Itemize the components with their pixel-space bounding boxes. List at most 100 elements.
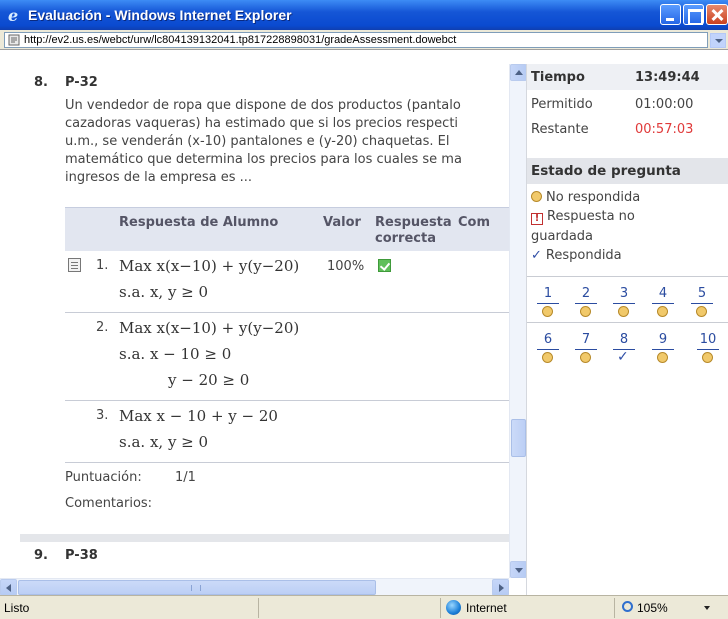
question-text: Un vendedor de ropa que dispone de dos p… [65, 97, 509, 187]
table-header: Respuesta de Alumno Valor Respuesta corr… [65, 207, 509, 251]
question-link-number: 8 [619, 332, 629, 347]
score-label: Puntuación: [65, 470, 142, 485]
unanswered-dot-icon [657, 306, 668, 317]
security-zone: Internet [466, 601, 507, 615]
status-text: Listo [4, 601, 30, 615]
horizontal-scrollbar[interactable] [0, 578, 509, 596]
window-title: Evaluación - Windows Internet Explorer [28, 7, 292, 23]
zoom-level[interactable]: 105% [637, 601, 668, 615]
question-link-2[interactable]: 2 [573, 286, 599, 326]
header-value: Valor [323, 215, 361, 230]
scroll-thumb[interactable] [511, 419, 526, 457]
legend-unsaved: ! Respuesta no [531, 209, 635, 225]
next-question-header: 9. P-38 [34, 548, 98, 563]
question-link-number: 6 [543, 332, 553, 347]
minimize-icon [661, 5, 680, 24]
allowed-value: 01:00:00 [635, 97, 694, 112]
question-link-4[interactable]: 4 [650, 286, 676, 326]
scroll-down-button[interactable] [510, 561, 527, 578]
unanswered-dot-icon [657, 352, 668, 363]
question-link-1[interactable]: 1 [535, 286, 561, 326]
scroll-up-button[interactable] [510, 64, 527, 81]
zoom-icon[interactable] [622, 601, 633, 612]
unanswered-dot-icon [618, 306, 629, 317]
question-status-title: Estado de pregunta [531, 163, 681, 179]
unanswered-dot-icon [702, 352, 713, 363]
question-link-number: 2 [581, 286, 591, 301]
question-text-line: matemático que determina los precios par… [65, 152, 462, 167]
table-row: 3. Max x − 10 + y − 20 s.a. x, y ≥ 0 [65, 401, 509, 463]
answer-formula-line2: s.a. x, y ≥ 0 [119, 433, 209, 451]
next-question-code: P-38 [65, 548, 98, 563]
question-divider [20, 534, 509, 542]
answer-formula-line2: s.a. x, y ≥ 0 [119, 283, 209, 301]
legend-unsaved-line2: guardada [531, 229, 594, 244]
answer-formula-line3: y − 20 ≥ 0 [168, 371, 250, 389]
scroll-right-button[interactable] [492, 579, 509, 596]
question-link-number: 5 [697, 286, 707, 301]
ie-icon: e [8, 6, 19, 25]
url-field[interactable]: http://ev2.us.es/webct/urw/lc80413913204… [4, 32, 708, 48]
question-link-number: 1 [543, 286, 553, 301]
legend-unanswered-label: No respondida [546, 190, 641, 205]
scroll-left-button[interactable] [0, 579, 17, 596]
question-link-5[interactable]: 5 [689, 286, 715, 326]
header-comments: Com [458, 215, 491, 230]
question-code: P-32 [65, 75, 98, 90]
answer-formula-line1: Max x(x−10) + y(y−20) [119, 257, 300, 275]
question-number: 8. [34, 75, 48, 90]
question-link-3[interactable]: 3 [611, 286, 637, 326]
unanswered-dot-icon [542, 352, 553, 363]
comments-label: Comentarios: [65, 496, 153, 511]
status-divider [614, 598, 615, 618]
horizontal-scroll-thumb[interactable] [18, 580, 376, 595]
answer-value: 100% [327, 259, 365, 274]
answer-index: 2. [96, 320, 109, 335]
header-student-answer: Respuesta de Alumno [119, 215, 279, 230]
question-pane: 8. P-32 Un vendedor de ropa que dispone … [0, 64, 509, 578]
zoom-dropdown-icon[interactable] [704, 606, 710, 610]
legend-unanswered: No respondida [531, 190, 640, 205]
timer-clock: 13:49:44 [635, 70, 700, 85]
question-link-6[interactable]: 6 [535, 332, 561, 372]
timer-header: Tiempo 13:49:44 [527, 64, 728, 90]
assessment-side-panel: Tiempo 13:49:44 Permitido 01:00:00 Resta… [526, 64, 728, 595]
score-value: 1/1 [175, 470, 196, 485]
maximize-button[interactable] [683, 4, 704, 25]
status-bar: Listo Internet 105% [0, 595, 728, 619]
score: Puntuación: 1/1 [65, 470, 196, 485]
answer-formula-line2: s.a. x − 10 ≥ 0 [119, 345, 232, 363]
close-button[interactable] [706, 4, 728, 25]
panel-divider [527, 322, 728, 323]
legend-unsaved-label1: Respuesta no [547, 209, 635, 224]
document-icon [68, 258, 81, 272]
minimize-button[interactable] [660, 4, 681, 25]
answered-check-icon: ✓ [617, 349, 629, 365]
header-correct-answer: Respuesta correcta [375, 215, 452, 247]
address-bar: http://ev2.us.es/webct/urw/lc80413913204… [0, 30, 728, 50]
status-divider [440, 598, 441, 618]
address-dropdown-button[interactable] [710, 33, 726, 48]
table-row: 1. Max x(x−10) + y(y−20) s.a. x, y ≥ 0 1… [65, 251, 509, 313]
question-link-10[interactable]: 10 [695, 332, 721, 372]
question-link-7[interactable]: 7 [573, 332, 599, 372]
unsaved-warning-icon: ! [531, 213, 543, 225]
page-icon [8, 34, 20, 46]
allowed-label: Permitido [531, 97, 593, 112]
remaining-label: Restante [531, 122, 589, 137]
correct-check-icon [378, 259, 391, 272]
question-status-header: Estado de pregunta [527, 158, 728, 184]
url-text: http://ev2.us.es/webct/urw/lc80413913204… [24, 34, 457, 46]
question-link-9[interactable]: 9 [650, 332, 676, 372]
remaining-time: Restante 00:57:03 [531, 122, 693, 137]
status-divider [258, 598, 259, 618]
remaining-value: 00:57:03 [635, 122, 694, 137]
answer-index: 1. [96, 258, 109, 273]
question-link-number: 3 [619, 286, 629, 301]
vertical-scrollbar[interactable] [509, 64, 527, 578]
question-link-8[interactable]: 8 ✓ [611, 332, 637, 372]
header-correct-line2: correcta [375, 231, 436, 246]
close-icon [707, 5, 727, 24]
unanswered-dot-icon [580, 306, 591, 317]
question-link-number: 10 [699, 332, 717, 347]
